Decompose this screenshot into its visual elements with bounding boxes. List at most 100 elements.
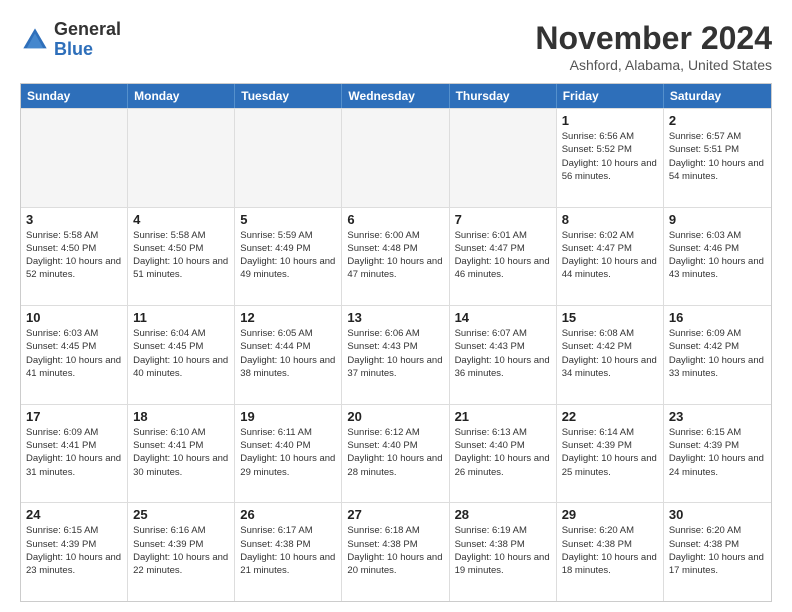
- empty-cell: [128, 109, 235, 207]
- day-cell-22: 22Sunrise: 6:14 AM Sunset: 4:39 PM Dayli…: [557, 405, 664, 503]
- day-cell-12: 12 Sunrise: 6:05 AM Sunset: 4:44 PM Dayli…: [235, 306, 342, 404]
- day-cell-26: 26 Sunrise: 6:17 AM Sunset: 4:38 PM Dayli…: [235, 503, 342, 601]
- day-number: 20: [347, 409, 443, 424]
- header-day-saturday: Saturday: [664, 84, 771, 108]
- day-info: Sunrise: 6:20 AM Sunset: 4:38 PM Dayligh…: [669, 524, 766, 577]
- calendar-week-4: 17 Sunrise: 6:09 AM Sunset: 4:41 PM Dayli…: [21, 404, 771, 503]
- day-number: 8: [562, 212, 658, 227]
- day-info: Sunrise: 6:04 AM Sunset: 4:45 PM Dayligh…: [133, 327, 229, 380]
- day-number: 4: [133, 212, 229, 227]
- page: General Blue November 2024 Ashford, Alab…: [0, 0, 792, 612]
- calendar-week-3: 10 Sunrise: 6:03 AM Sunset: 4:45 PM Dayli…: [21, 305, 771, 404]
- day-number: 10: [26, 310, 122, 325]
- day-cell-16: 16 Sunrise: 6:09 AM Sunset: 4:42 PM Dayli…: [664, 306, 771, 404]
- day-info: Sunrise: 6:18 AM Sunset: 4:38 PM Dayligh…: [347, 524, 443, 577]
- calendar-week-1: 1Sunrise: 6:56 AM Sunset: 5:52 PM Daylig…: [21, 108, 771, 207]
- day-info: Sunrise: 6:09 AM Sunset: 4:41 PM Dayligh…: [26, 426, 122, 479]
- day-number: 11: [133, 310, 229, 325]
- header-day-monday: Monday: [128, 84, 235, 108]
- day-cell-10: 10 Sunrise: 6:03 AM Sunset: 4:45 PM Dayli…: [21, 306, 128, 404]
- day-number: 14: [455, 310, 551, 325]
- day-number: 27: [347, 507, 443, 522]
- day-info: Sunrise: 6:03 AM Sunset: 4:46 PM Dayligh…: [669, 229, 766, 282]
- title-block: November 2024 Ashford, Alabama, United S…: [535, 20, 772, 73]
- day-cell-18: 18 Sunrise: 6:10 AM Sunset: 4:41 PM Dayli…: [128, 405, 235, 503]
- day-number: 7: [455, 212, 551, 227]
- day-number: 6: [347, 212, 443, 227]
- calendar-week-2: 3 Sunrise: 5:58 AM Sunset: 4:50 PM Daylig…: [21, 207, 771, 306]
- day-cell-23: 23 Sunrise: 6:15 AM Sunset: 4:39 PM Dayli…: [664, 405, 771, 503]
- day-cell-8: 8 Sunrise: 6:02 AM Sunset: 4:47 PM Daylig…: [557, 208, 664, 306]
- day-number: 18: [133, 409, 229, 424]
- header-day-thursday: Thursday: [450, 84, 557, 108]
- day-number: 3: [26, 212, 122, 227]
- month-title: November 2024: [535, 20, 772, 57]
- day-info: Sunrise: 6:16 AM Sunset: 4:39 PM Dayligh…: [133, 524, 229, 577]
- logo: General Blue: [20, 20, 121, 60]
- day-number: 29: [562, 507, 658, 522]
- day-number: 15: [562, 310, 658, 325]
- day-cell-2: 2Sunrise: 6:57 AM Sunset: 5:51 PM Daylig…: [664, 109, 771, 207]
- day-info: Sunrise: 6:15 AM Sunset: 4:39 PM Dayligh…: [26, 524, 122, 577]
- empty-cell: [342, 109, 449, 207]
- day-number: 2: [669, 113, 766, 128]
- calendar: SundayMondayTuesdayWednesdayThursdayFrid…: [20, 83, 772, 602]
- day-number: 1: [562, 113, 658, 128]
- logo-text: General Blue: [54, 20, 121, 60]
- empty-cell: [21, 109, 128, 207]
- logo-blue-text: Blue: [54, 39, 93, 59]
- day-cell-6: 6 Sunrise: 6:00 AM Sunset: 4:48 PM Daylig…: [342, 208, 449, 306]
- day-cell-28: 28Sunrise: 6:19 AM Sunset: 4:38 PM Dayli…: [450, 503, 557, 601]
- day-info: Sunrise: 5:58 AM Sunset: 4:50 PM Dayligh…: [26, 229, 122, 282]
- day-number: 13: [347, 310, 443, 325]
- day-cell-14: 14 Sunrise: 6:07 AM Sunset: 4:43 PM Dayli…: [450, 306, 557, 404]
- day-cell-9: 9 Sunrise: 6:03 AM Sunset: 4:46 PM Daylig…: [664, 208, 771, 306]
- day-cell-27: 27 Sunrise: 6:18 AM Sunset: 4:38 PM Dayli…: [342, 503, 449, 601]
- day-info: Sunrise: 6:02 AM Sunset: 4:47 PM Dayligh…: [562, 229, 658, 282]
- header-day-sunday: Sunday: [21, 84, 128, 108]
- day-number: 16: [669, 310, 766, 325]
- day-cell-13: 13Sunrise: 6:06 AM Sunset: 4:43 PM Dayli…: [342, 306, 449, 404]
- logo-general-text: General: [54, 19, 121, 39]
- calendar-week-5: 24 Sunrise: 6:15 AM Sunset: 4:39 PM Dayli…: [21, 502, 771, 601]
- day-number: 26: [240, 507, 336, 522]
- day-cell-24: 24 Sunrise: 6:15 AM Sunset: 4:39 PM Dayli…: [21, 503, 128, 601]
- day-number: 24: [26, 507, 122, 522]
- day-cell-19: 19 Sunrise: 6:11 AM Sunset: 4:40 PM Dayli…: [235, 405, 342, 503]
- day-info: Sunrise: 6:07 AM Sunset: 4:43 PM Dayligh…: [455, 327, 551, 380]
- day-info: Sunrise: 6:05 AM Sunset: 4:44 PM Dayligh…: [240, 327, 336, 380]
- day-number: 17: [26, 409, 122, 424]
- day-info: Sunrise: 6:20 AM Sunset: 4:38 PM Dayligh…: [562, 524, 658, 577]
- day-cell-20: 20 Sunrise: 6:12 AM Sunset: 4:40 PM Dayli…: [342, 405, 449, 503]
- day-number: 5: [240, 212, 336, 227]
- day-info: Sunrise: 6:08 AM Sunset: 4:42 PM Dayligh…: [562, 327, 658, 380]
- header-day-friday: Friday: [557, 84, 664, 108]
- day-info: Sunrise: 6:17 AM Sunset: 4:38 PM Dayligh…: [240, 524, 336, 577]
- day-number: 30: [669, 507, 766, 522]
- day-info: Sunrise: 5:59 AM Sunset: 4:49 PM Dayligh…: [240, 229, 336, 282]
- day-cell-3: 3 Sunrise: 5:58 AM Sunset: 4:50 PM Daylig…: [21, 208, 128, 306]
- day-cell-1: 1Sunrise: 6:56 AM Sunset: 5:52 PM Daylig…: [557, 109, 664, 207]
- header-day-tuesday: Tuesday: [235, 84, 342, 108]
- day-number: 12: [240, 310, 336, 325]
- day-info: Sunrise: 6:03 AM Sunset: 4:45 PM Dayligh…: [26, 327, 122, 380]
- day-info: Sunrise: 6:14 AM Sunset: 4:39 PM Dayligh…: [562, 426, 658, 479]
- day-number: 19: [240, 409, 336, 424]
- day-number: 23: [669, 409, 766, 424]
- day-cell-21: 21Sunrise: 6:13 AM Sunset: 4:40 PM Dayli…: [450, 405, 557, 503]
- day-info: Sunrise: 5:58 AM Sunset: 4:50 PM Dayligh…: [133, 229, 229, 282]
- day-info: Sunrise: 6:15 AM Sunset: 4:39 PM Dayligh…: [669, 426, 766, 479]
- day-cell-5: 5 Sunrise: 5:59 AM Sunset: 4:49 PM Daylig…: [235, 208, 342, 306]
- empty-cell: [235, 109, 342, 207]
- calendar-body: 1Sunrise: 6:56 AM Sunset: 5:52 PM Daylig…: [21, 108, 771, 601]
- day-info: Sunrise: 6:09 AM Sunset: 4:42 PM Dayligh…: [669, 327, 766, 380]
- header: General Blue November 2024 Ashford, Alab…: [20, 20, 772, 73]
- day-info: Sunrise: 6:10 AM Sunset: 4:41 PM Dayligh…: [133, 426, 229, 479]
- day-cell-15: 15 Sunrise: 6:08 AM Sunset: 4:42 PM Dayli…: [557, 306, 664, 404]
- location: Ashford, Alabama, United States: [535, 57, 772, 73]
- day-cell-11: 11 Sunrise: 6:04 AM Sunset: 4:45 PM Dayli…: [128, 306, 235, 404]
- day-info: Sunrise: 6:11 AM Sunset: 4:40 PM Dayligh…: [240, 426, 336, 479]
- day-number: 9: [669, 212, 766, 227]
- day-info: Sunrise: 6:00 AM Sunset: 4:48 PM Dayligh…: [347, 229, 443, 282]
- day-info: Sunrise: 6:12 AM Sunset: 4:40 PM Dayligh…: [347, 426, 443, 479]
